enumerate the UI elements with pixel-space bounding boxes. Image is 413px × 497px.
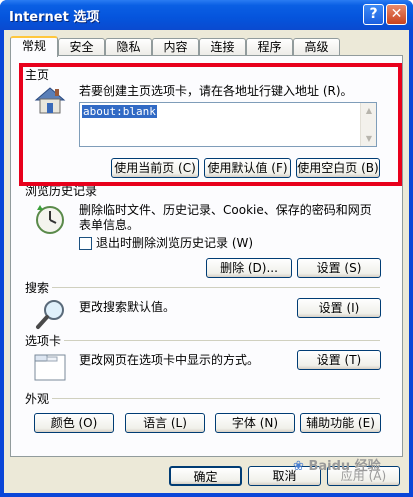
title-bar[interactable]: Internet 选项 ? ✕ [0, 0, 413, 30]
tabs-description: 更改网页在选项卡中显示的方式。 [79, 353, 260, 367]
annotation-highlight [19, 63, 402, 186]
tab-advanced[interactable]: 高级 [293, 38, 340, 56]
search-separator [52, 287, 380, 288]
tab-programs[interactable]: 程序 [246, 38, 293, 56]
tabs-group-label: 选项卡 [25, 332, 62, 349]
watermark-text: Baidu 经验 [308, 459, 381, 474]
history-description-1: 删除临时文件、历史记录、Cookie、保存的密码和网页 [79, 203, 372, 217]
appearance-separator [52, 398, 380, 399]
history-description-2: 表单信息。 [79, 218, 140, 232]
tab-general[interactable]: 常规 [10, 36, 58, 57]
ok-button[interactable]: 确定 [169, 466, 242, 486]
window-title: Internet 选项 [9, 10, 100, 25]
help-button[interactable]: ? [363, 4, 384, 25]
delete-on-exit-label: 退出时删除浏览历史记录 (W) [96, 236, 254, 250]
tabs-separator [64, 340, 380, 341]
fonts-button[interactable]: 字体 (N) [215, 413, 295, 433]
search-settings-button[interactable]: 设置 (I) [297, 298, 381, 318]
baidu-watermark: ❀ Baidu 经验 [293, 455, 381, 474]
accessibility-button[interactable]: 辅助功能 (E) [300, 413, 381, 433]
history-icon [33, 202, 67, 239]
languages-button[interactable]: 语言 (L) [125, 413, 205, 433]
tab-content[interactable]: 内容 [152, 38, 199, 56]
appearance-group-label: 外观 [25, 390, 50, 407]
colors-button[interactable]: 颜色 (O) [34, 413, 114, 433]
tab-privacy[interactable]: 隐私 [105, 38, 152, 56]
tab-connections[interactable]: 连接 [199, 38, 246, 56]
paw-icon: ❀ [293, 459, 304, 474]
tab-security[interactable]: 安全 [58, 38, 105, 56]
search-group-label: 搜索 [25, 279, 50, 296]
delete-history-button[interactable]: 删除 (D)... [206, 258, 292, 278]
delete-on-exit-checkbox[interactable] [79, 237, 92, 250]
close-button[interactable]: ✕ [386, 4, 407, 25]
history-settings-button[interactable]: 设置 (S) [297, 258, 381, 278]
tabs-settings-button[interactable]: 设置 (T) [297, 350, 381, 370]
tabs-icon [34, 352, 66, 385]
search-description: 更改搜索默认值。 [79, 300, 176, 314]
search-icon [35, 298, 67, 333]
